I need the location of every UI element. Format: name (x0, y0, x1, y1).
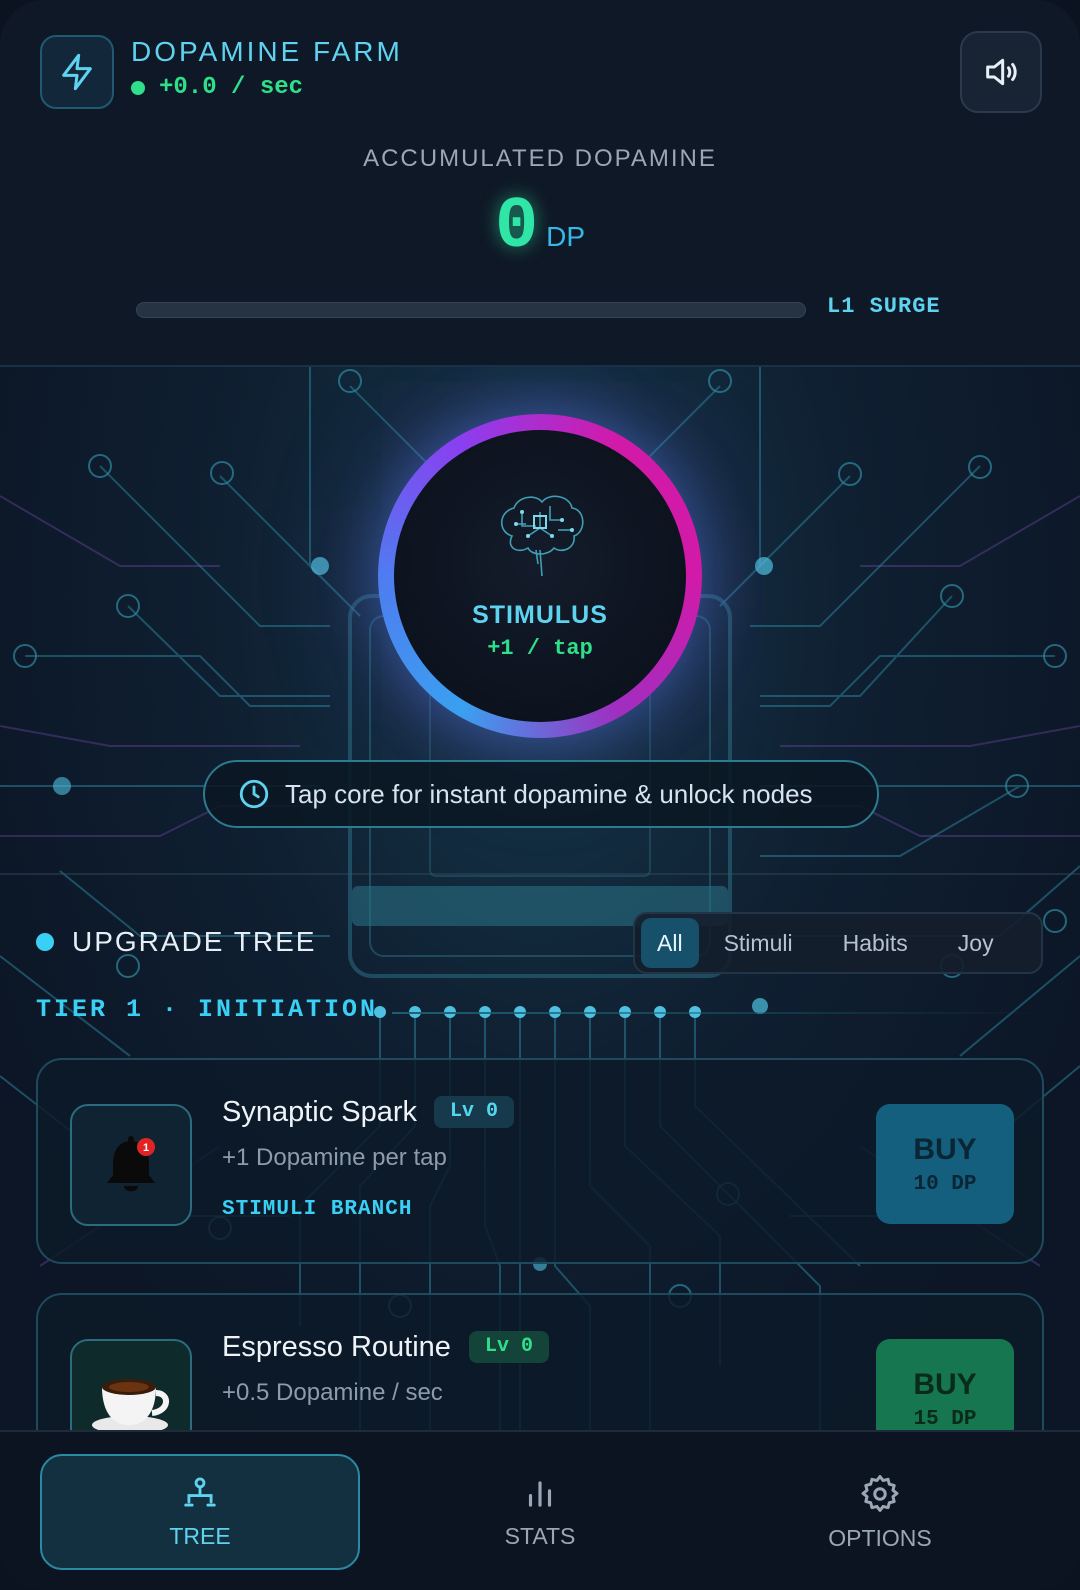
rate-text: +0.0 / sec (159, 74, 304, 101)
tab-habits[interactable]: Habits (818, 918, 933, 968)
core-title: STIMULUS (472, 601, 608, 629)
upgrade-icon-tile: 1 (70, 1104, 192, 1226)
stimulus-core[interactable]: STIMULUS +1 / tap (394, 430, 686, 722)
core-tap-rate: +1 / tap (487, 636, 593, 661)
clock-icon (237, 777, 271, 811)
tree-hierarchy-icon (180, 1475, 220, 1513)
espresso-cup-icon (88, 1363, 174, 1437)
nav-options-label: OPTIONS (828, 1524, 932, 1551)
bar-chart-icon (521, 1475, 559, 1513)
sound-toggle-button[interactable] (960, 31, 1042, 113)
buy-label: BUY (913, 1132, 977, 1166)
header: DOPAMINE FARM +0.0 / sec ACCUMULATED DOP… (0, 0, 1080, 367)
buy-button-synaptic-spark[interactable]: BUY 10 DP (876, 1104, 1014, 1224)
nav-stats[interactable]: STATS (440, 1454, 640, 1570)
accumulated-value: 0 DP (0, 186, 1080, 268)
upgrade-card-synaptic-spark: 1 Synaptic Spark Lv 0 +1 Dopamine per ta… (36, 1058, 1044, 1264)
buy-cost: 10 DP (913, 1172, 977, 1196)
upgrade-level-badge: Lv 0 (434, 1096, 515, 1128)
section-dot (36, 933, 54, 951)
notification-bell-icon: 1 (101, 1133, 161, 1197)
dopamine-rate: +0.0 / sec (131, 74, 303, 101)
app-title: DOPAMINE FARM (131, 36, 403, 67)
nav-tree-label: TREE (169, 1522, 231, 1549)
speaker-volume-icon (981, 52, 1021, 92)
buy-cost: 15 DP (913, 1407, 977, 1431)
app-frame: STIMULUS +1 / tap DOPAMINE FARM +0.0 / s… (0, 0, 1080, 1590)
upgrade-name: Synaptic Spark (222, 1096, 418, 1128)
tier-divider (392, 1012, 1044, 1014)
accumulated-label: ACCUMULATED DOPAMINE (363, 145, 717, 172)
buy-label: BUY (913, 1367, 977, 1401)
nav-stats-label: STATS (504, 1522, 576, 1549)
upgrade-branch: STIMULI BRANCH (222, 1198, 413, 1221)
tier-label: TIER 1 · INITIATION (36, 995, 379, 1024)
upgrade-description: +0.5 Dopamine / sec (222, 1379, 443, 1406)
dopamine-unit: DP (546, 221, 586, 252)
tab-all[interactable]: All (641, 918, 699, 968)
stimulus-core-button[interactable]: STIMULUS +1 / tap (378, 414, 702, 738)
tab-stimuli[interactable]: Stimuli (699, 918, 818, 968)
bottom-navigation: TREE STATS OPTIONS (0, 1430, 1080, 1590)
gear-icon (859, 1473, 901, 1515)
upgrade-tree-title: UPGRADE TREE (72, 926, 317, 957)
tab-joy[interactable]: Joy (933, 918, 1019, 968)
nav-tree[interactable]: TREE (40, 1454, 360, 1570)
dopamine-count: 0 (494, 186, 539, 268)
circuit-background: STIMULUS +1 / tap (0, 366, 1080, 1430)
tap-hint-banner: Tap core for instant dopamine & unlock n… (203, 760, 879, 828)
upgrade-tree-heading: UPGRADE TREE (36, 926, 316, 958)
upgrade-description: +1 Dopamine per tap (222, 1144, 447, 1171)
upgrade-filter-tabs: All Stimuli Habits Joy (633, 912, 1043, 974)
surge-progress-bar (136, 302, 806, 318)
circuit-brain-icon (492, 492, 588, 583)
lightning-bolt-icon (57, 52, 97, 92)
nav-options[interactable]: OPTIONS (780, 1454, 980, 1570)
upgrade-name: Espresso Routine (222, 1331, 451, 1363)
hint-text: Tap core for instant dopamine & unlock n… (285, 778, 813, 809)
upgrade-level-badge: Lv 0 (469, 1331, 550, 1363)
surge-level-label: L1 SURGE (827, 294, 941, 319)
svg-text:1: 1 (143, 1142, 149, 1154)
app-logo (40, 35, 114, 109)
live-indicator-dot (131, 80, 145, 95)
